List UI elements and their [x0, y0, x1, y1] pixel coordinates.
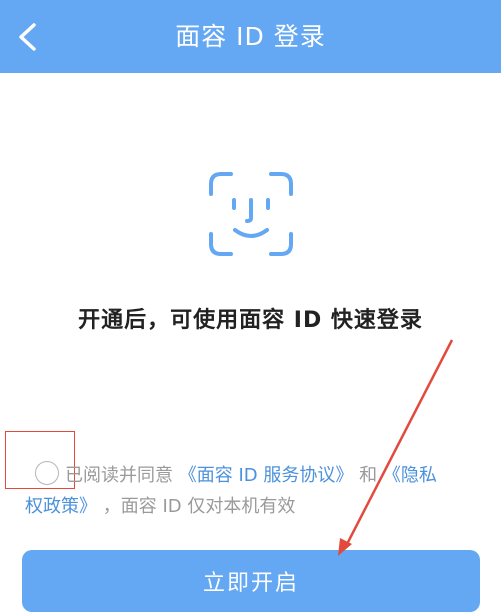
enable-button[interactable]: 立即开启 — [22, 550, 480, 612]
face-id-icon — [209, 172, 293, 256]
privacy-policy-link-part2[interactable]: 权政策》 — [25, 496, 97, 517]
headline-text: 开通后，可使用面容 ID 快速登录 — [78, 308, 423, 333]
consent-suffix: ，面容 ID 仅对本机有效 — [102, 496, 296, 517]
consent-prefix: 已阅读并同意 — [65, 465, 173, 486]
header-bar: 面容 ID 登录 — [0, 0, 501, 73]
face-id-login-page: 面容 ID 登录 开通后，可使用面容 ID 快速登录 已阅读并同意 《面容 ID… — [0, 0, 501, 616]
consent-text-line2: 权政策》 ，面容 ID 仅对本机有效 — [25, 490, 485, 524]
consent-conjunction: 和 — [359, 465, 378, 486]
privacy-policy-link-part1[interactable]: 《隐私 — [383, 465, 437, 486]
service-agreement-link[interactable]: 《面容 ID 服务协议》 — [179, 465, 354, 486]
page-title: 面容 ID 登录 — [175, 22, 326, 51]
